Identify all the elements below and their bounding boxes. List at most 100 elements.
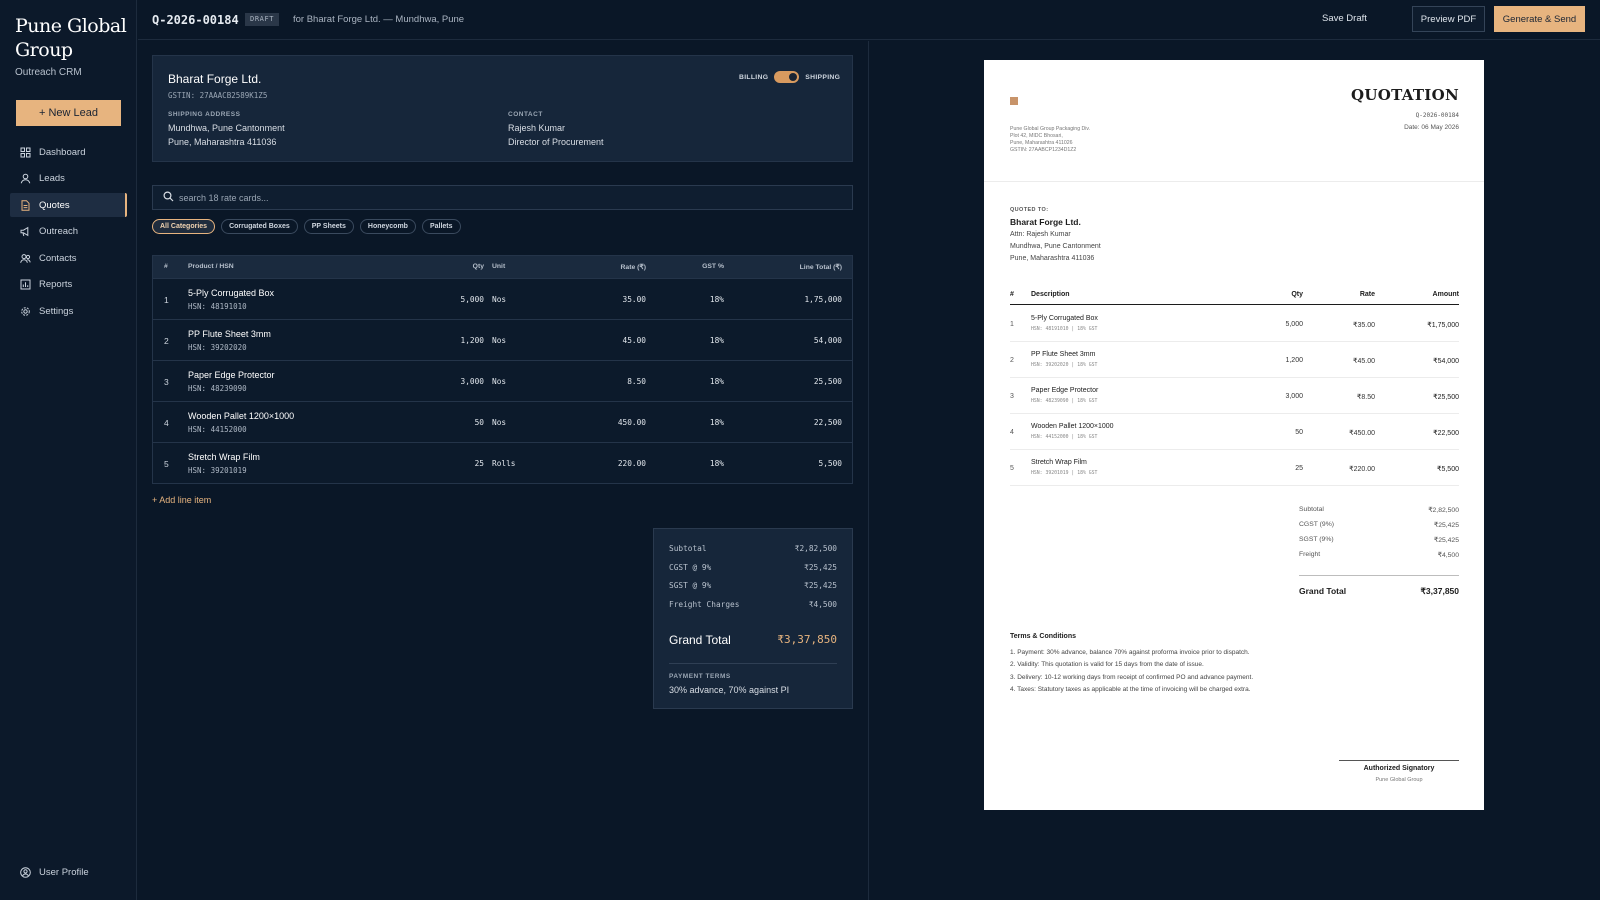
- toggle-billing-label: BILLING: [739, 73, 769, 81]
- doc-summary-row: CGST (9%) ₹25,425: [1299, 521, 1459, 529]
- shipping-address-line1: Mundhwa, Pune Cantonment: [168, 123, 285, 133]
- search-input[interactable]: [179, 192, 779, 203]
- terms-item: 4. Taxes: Statutory taxes as applicable …: [1010, 685, 1251, 693]
- chip-pp-sheets[interactable]: PP Sheets: [303, 219, 354, 234]
- doc-summary-label: Subtotal: [1299, 506, 1324, 513]
- unit-value: Nos: [492, 377, 507, 386]
- quoted-to-line: Attn: Rajesh Kumar: [1010, 231, 1071, 238]
- user-profile-link[interactable]: User Profile: [20, 867, 89, 878]
- quote-editor: Bharat Forge Ltd. GSTIN: 27AAACB2589K1Z5…: [138, 41, 869, 900]
- company-address: Pune Global Group Packaging Div. Plot 42…: [1010, 126, 1090, 154]
- qty-field[interactable]: 5,000: [461, 295, 484, 304]
- chip-all-categories[interactable]: All Categories: [152, 219, 216, 234]
- gst-value: 18%: [709, 459, 724, 468]
- qty-field[interactable]: 3,000: [461, 377, 484, 386]
- table-row[interactable]: 1 5-Ply Corrugated Box HSN: 48191010 5,0…: [153, 278, 852, 319]
- table-row[interactable]: 4 Wooden Pallet 1200×1000 HSN: 44152000 …: [153, 401, 852, 442]
- sidebar-item-settings[interactable]: Settings: [10, 300, 127, 324]
- product-hsn: HSN: 39202020: [188, 343, 247, 352]
- product-name: PP Flute Sheet 3mm: [188, 329, 271, 339]
- rate-card-search: [152, 185, 853, 210]
- rate-field[interactable]: 45.00: [623, 336, 646, 345]
- doc-col-description: Description: [1031, 291, 1070, 298]
- row-num: 4: [164, 418, 169, 428]
- unit-value: Nos: [492, 418, 507, 427]
- grid-icon: [20, 147, 31, 158]
- col-line-total: Line Total (₹): [799, 264, 842, 271]
- subtotal-value: ₹2,82,500: [794, 544, 837, 553]
- doc-row-num: 2: [1010, 357, 1014, 364]
- product-hsn: HSN: 48239090: [188, 384, 247, 393]
- payment-terms-value: 30% advance, 70% against PI: [669, 685, 790, 695]
- doc-row-hsn: HSN: 39201019 | 18% GST: [1031, 471, 1098, 476]
- qty-field[interactable]: 1,200: [461, 336, 484, 345]
- terms-item: 1. Payment: 30% advance, balance 70% aga…: [1010, 649, 1250, 656]
- doc-col-rate: Rate: [1359, 291, 1375, 298]
- signatory-organization: Pune Global Group: [1375, 777, 1423, 783]
- doc-row-rate: ₹450.00: [1349, 430, 1375, 437]
- doc-grand-total: Grand Total ₹3,37,850: [1299, 586, 1459, 596]
- doc-row-qty: 3,000: [1285, 393, 1303, 400]
- unit-value: Rolls: [492, 459, 516, 468]
- sidebar-item-dashboard[interactable]: Dashboard: [10, 140, 127, 164]
- document-row: 1 5-Ply Corrugated Box HSN: 48191010 | 1…: [1010, 306, 1459, 342]
- plus-icon: +: [152, 495, 158, 505]
- rate-field[interactable]: 35.00: [623, 295, 646, 304]
- megaphone-icon: [20, 226, 31, 237]
- table-row[interactable]: 3 Paper Edge Protector HSN: 48239090 3,0…: [153, 360, 852, 401]
- doc-row-amount: ₹25,500: [1433, 394, 1459, 401]
- terms-item: 3. Delivery: 10-12 working days from rec…: [1010, 673, 1254, 681]
- customer-card: Bharat Forge Ltd. GSTIN: 27AAACB2589K1Z5…: [152, 55, 853, 162]
- document-row: 2 PP Flute Sheet 3mm HSN: 39202020 | 18%…: [1010, 342, 1459, 378]
- doc-row-hsn: HSN: 48191010 | 18% GST: [1031, 327, 1098, 332]
- col-qty: Qty: [472, 263, 484, 270]
- rate-field[interactable]: 450.00: [618, 418, 646, 427]
- doc-row-amount: ₹54,000: [1433, 358, 1459, 365]
- sidebar-item-label: Settings: [39, 306, 74, 318]
- product-name: Stretch Wrap Film: [188, 452, 260, 462]
- user-profile-label: User Profile: [39, 867, 89, 878]
- gear-icon: [20, 306, 31, 317]
- sidebar-item-reports[interactable]: Reports: [10, 273, 127, 297]
- gst-value: 18%: [709, 295, 724, 304]
- qty-field[interactable]: 50: [475, 418, 484, 427]
- doc-row-description: Stretch Wrap Film: [1031, 459, 1087, 466]
- rate-field[interactable]: 220.00: [618, 459, 646, 468]
- sidebar-item-leads[interactable]: Leads: [10, 167, 127, 191]
- qty-field[interactable]: 25: [475, 459, 484, 468]
- top-bar: Q-2026-00184 DRAFT for Bharat Forge Ltd.…: [138, 0, 1600, 40]
- grand-total-label: Grand Total: [669, 633, 731, 647]
- billing-shipping-toggle[interactable]: [774, 71, 800, 83]
- doc-summary-label: SGST (9%): [1299, 536, 1334, 543]
- sidebar-item-outreach[interactable]: Outreach: [10, 220, 127, 244]
- sidebar-item-quotes[interactable]: Quotes: [10, 193, 127, 218]
- doc-row-rate: ₹8.50: [1356, 394, 1375, 401]
- preview-pdf-button[interactable]: Preview PDF: [1412, 6, 1485, 32]
- doc-col-amount: Amount: [1432, 291, 1459, 298]
- unit-value: Nos: [492, 295, 507, 304]
- doc-row-amount: ₹5,500: [1437, 466, 1459, 473]
- sidebar-item-contacts[interactable]: Contacts: [10, 246, 127, 270]
- rate-field[interactable]: 8.50: [627, 377, 646, 386]
- company-address-line: Pune, Maharashtra 411026: [1010, 140, 1073, 146]
- doc-row-description: 5-Ply Corrugated Box: [1031, 315, 1098, 322]
- new-lead-button[interactable]: + New Lead: [16, 100, 121, 126]
- company-address-line: Pune Global Group Packaging Div.: [1010, 126, 1091, 132]
- chip-honeycomb[interactable]: Honeycomb: [359, 219, 416, 234]
- gst-value: 18%: [709, 418, 724, 427]
- document-row: 3 Paper Edge Protector HSN: 48239090 | 1…: [1010, 378, 1459, 414]
- chip-corrugated-boxes[interactable]: Corrugated Boxes: [221, 219, 298, 234]
- save-draft-button[interactable]: Save Draft: [1322, 13, 1367, 24]
- table-row[interactable]: 2 PP Flute Sheet 3mm HSN: 39202020 1,200…: [153, 319, 852, 360]
- user-icon: [20, 173, 31, 184]
- chip-pallets[interactable]: Pallets: [421, 219, 461, 234]
- doc-row-num: 5: [1010, 465, 1014, 472]
- sidebar-item-label: Leads: [39, 173, 65, 185]
- add-line-item-button[interactable]: + Add line item: [152, 495, 211, 505]
- sidebar-item-label: Reports: [39, 279, 73, 291]
- divider: [1299, 575, 1459, 576]
- generate-send-button[interactable]: Generate & Send: [1494, 6, 1585, 32]
- product-name: 5-Ply Corrugated Box: [188, 288, 275, 298]
- table-row[interactable]: 5 Stretch Wrap Film HSN: 39201019 25 Rol…: [153, 442, 852, 483]
- category-filters: All Categories Corrugated Boxes PP Sheet…: [152, 219, 467, 234]
